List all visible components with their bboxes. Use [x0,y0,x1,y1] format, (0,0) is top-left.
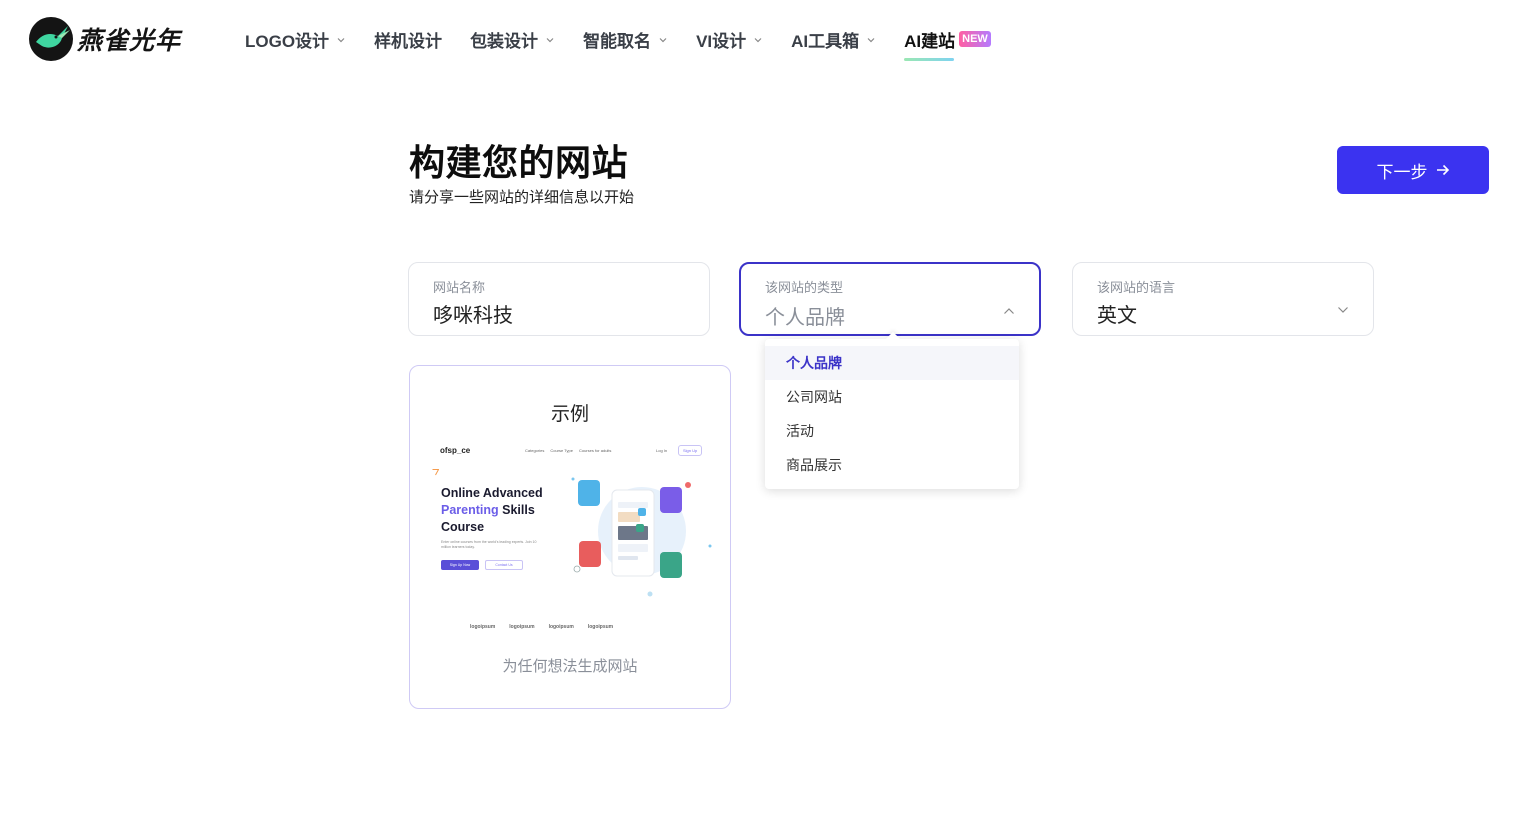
brand-logo[interactable]: 燕雀光年 [28,16,181,62]
nav-item-packaging-design[interactable]: 包装设计 [470,26,555,52]
dropdown-option-company-site[interactable]: 公司网站 [765,380,1019,414]
chevron-down-icon [754,37,762,42]
dropdown-option-product-showcase[interactable]: 商品展示 [765,448,1019,482]
preview-partner-logo: logoipsum [548,624,574,630]
preview-login: Log In [656,448,668,453]
website-language-select[interactable]: 该网站的语言 英文 [1072,262,1374,336]
website-type-value: 个人品牌 [765,307,845,329]
website-type-label: 该网站的类型 [765,280,844,295]
preview-headline-line: Course [441,520,485,534]
chevron-down-icon [337,37,345,42]
new-badge: NEW [959,31,991,47]
chevron-up-icon [1004,308,1014,314]
nav-item-label: AI工具箱 [791,31,860,51]
page-subtitle: 请分享一些网站的详细信息以开始 [409,189,635,206]
page-title: 构建您的网站 [409,143,629,184]
nav-item-label: 样机设计 [374,31,443,51]
nav-item-label: LOGO设计 [245,31,330,51]
next-step-label: 下一步 [1376,162,1428,182]
main-nav: LOGO设计 样机设计 包装设计 智能取名 VI设计 AI工具箱 AI建站 NE… [245,26,1019,61]
preview-partner-logo: logoipsum [470,624,496,630]
preview-logo: ofsp_ce [440,446,471,455]
chevron-down-icon [867,37,875,42]
chevron-down-icon [546,37,554,42]
website-language-label: 该网站的语言 [1097,280,1176,295]
preview-signup: Sign Up [678,445,703,456]
chevron-down-icon [1338,307,1348,313]
preview-headline-text: Skills [498,503,535,517]
website-type-select[interactable]: 该网站的类型 个人品牌 [739,262,1041,336]
website-name-label: 网站名称 [433,280,486,295]
nav-item-smart-naming[interactable]: 智能取名 [583,26,668,52]
preview-body-text: Enter online courses from the world's le… [441,540,537,549]
website-name-field[interactable]: 网站名称 哆咪科技 [408,262,710,336]
preview-nav-item: Course Type [550,448,573,453]
next-step-button[interactable]: 下一步 [1337,146,1489,194]
chevron-down-icon [659,37,667,42]
preview-nav-item: Categories [525,448,545,453]
preview-headline-highlight: Parenting [441,503,499,517]
example-card[interactable]: 示例 ofsp_ce Categories Course Type Course… [409,365,731,709]
preview-headline-line: Parenting Skills [441,502,571,519]
brand-name: 燕雀光年 [77,26,182,55]
preview-nav-item: Courses for adults [578,448,612,453]
preview-headline: Online Advanced Parenting Skills Course [441,485,571,536]
nav-item-ai-toolbox[interactable]: AI工具箱 [791,26,876,52]
nav-item-mockup-design[interactable]: 样机设计 [374,26,442,52]
arrow-right-icon [1436,164,1449,176]
website-language-value: 英文 [1097,305,1137,327]
example-card-caption: 为任何想法生成网站 [502,658,638,675]
example-card-title: 示例 [550,404,589,425]
hummingbird-logo-icon [29,17,73,61]
preview-partner-logo: logoipsum [509,624,535,630]
preview-triangle-icon [432,469,439,476]
nav-item-label: VI设计 [696,31,747,51]
preview-headline-line: Online Advanced [441,486,543,500]
nav-item-ai-site-builder[interactable]: AI建站 NEW [904,26,991,61]
dropdown-option-personal-brand[interactable]: 个人品牌 [765,346,1019,380]
website-type-dropdown: 个人品牌 公司网站 活动 商品展示 [765,339,1019,489]
preview-illustration [571,477,712,597]
nav-item-label: 智能取名 [583,31,652,51]
preview-partner-logo: logoipsum [587,624,614,630]
nav-item-logo-design[interactable]: LOGO设计 [245,26,346,52]
preview-cta-primary: Sign Up Now [441,560,479,570]
example-preview-image: ofsp_ce Categories Course Type Courses f… [430,440,712,640]
nav-item-vi-design[interactable]: VI设计 [696,26,763,52]
preview-partner-logos: logoipsum logoipsum logoipsum logoipsum [470,624,613,630]
nav-item-label: 包装设计 [470,31,539,51]
dropdown-option-event[interactable]: 活动 [765,414,1019,448]
website-name-value[interactable]: 哆咪科技 [433,299,513,328]
preview-nav: Categories Course Type Courses for adult… [525,448,611,453]
nav-item-label: AI建站 [904,31,956,51]
preview-cta-secondary: Contact Us [485,560,523,570]
